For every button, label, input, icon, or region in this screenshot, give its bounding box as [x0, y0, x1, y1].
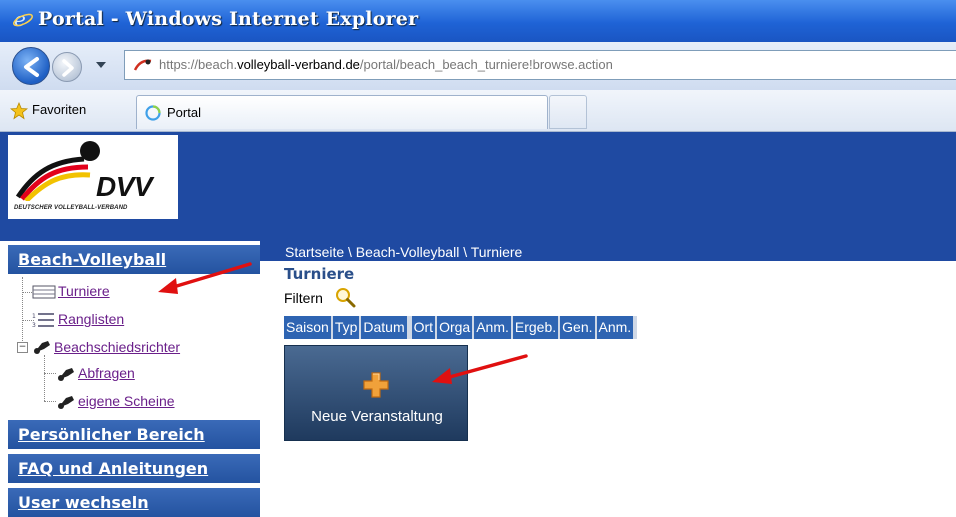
whistle-icon [58, 396, 74, 409]
favorites-button[interactable]: Favoriten [32, 102, 86, 117]
tree-connector [44, 401, 56, 402]
page-icon [133, 59, 152, 71]
logo-subtitle: DEUTSCHER VOLLEYBALL-VERBAND [14, 205, 128, 211]
sidebar-section-persoenlicher-bereich[interactable]: Persönlicher Bereich [8, 420, 260, 449]
breadcrumb[interactable]: Startseite \ Beach-Volleyball \ Turniere [285, 244, 522, 260]
sidebar-item-abfragen[interactable]: Abfragen [78, 365, 135, 381]
page-loading-icon [145, 105, 161, 121]
column-header-bar: Saison Typ Datum Ort Orga Anm. Ergeb. Ge… [284, 316, 638, 339]
column-anm[interactable]: Anm. [597, 316, 638, 339]
favorites-star-icon[interactable] [10, 102, 28, 120]
column-gen[interactable]: Gen. [560, 316, 597, 339]
column-orga[interactable]: Orga [437, 316, 475, 339]
forward-button[interactable] [52, 52, 82, 82]
annotation-arrow-icon [158, 262, 252, 294]
url-text: https://beach.volleyball-verband.de/port… [159, 57, 613, 72]
sidebar-item-beachschiedsrichter[interactable]: Beachschiedsrichter [54, 339, 180, 355]
column-datum[interactable]: Datum [361, 316, 412, 339]
svg-text:e: e [14, 8, 26, 30]
column-saison[interactable]: Saison [284, 316, 333, 339]
sidebar-section-user-wechseln[interactable]: User wechseln [8, 488, 260, 517]
list-icon: 1 3 [32, 313, 54, 328]
new-event-label: Neue Veranstaltung [311, 408, 443, 425]
column-ort[interactable]: Ort [412, 316, 438, 339]
page-title: Turniere [284, 265, 355, 283]
logo-mark-icon [15, 141, 100, 201]
history-dropdown-icon[interactable] [96, 62, 106, 68]
arrow-left-icon [24, 57, 39, 77]
tree-connector [44, 355, 45, 401]
column-typ[interactable]: Typ [333, 316, 362, 339]
filter-label[interactable]: Filtern [284, 290, 323, 306]
svg-text:3: 3 [32, 322, 36, 328]
column-anmeldung[interactable]: Anm. [474, 316, 513, 339]
navigation-bar: https://beach.volleyball-verband.de/port… [0, 42, 956, 90]
arrow-right-icon [62, 59, 74, 77]
address-bar[interactable]: https://beach.volleyball-verband.de/port… [124, 50, 956, 80]
tab-title: Portal [167, 105, 201, 120]
whistle-icon [34, 341, 50, 354]
sidebar-section-faq-und-anleitungen[interactable]: FAQ und Anleitungen [8, 454, 260, 483]
back-button[interactable] [12, 47, 50, 85]
collapse-toggle[interactable]: − [17, 342, 28, 353]
table-icon [32, 285, 56, 299]
favorites-bar: Favoriten Portal [0, 90, 956, 132]
whistle-icon [58, 368, 74, 381]
annotation-arrow-icon [432, 354, 528, 384]
window-title: Portal - Windows Internet Explorer [38, 8, 419, 30]
tree-connector [44, 373, 56, 374]
dvv-logo[interactable]: DVV DEUTSCHER VOLLEYBALL-VERBAND [8, 135, 178, 219]
svg-text:1: 1 [32, 313, 36, 320]
logo-text: DVV [96, 171, 153, 202]
sidebar-item-ranglisten[interactable]: Ranglisten [58, 311, 124, 327]
search-icon[interactable] [334, 286, 356, 308]
internet-explorer-icon: e [13, 8, 33, 30]
tab-portal[interactable]: Portal [136, 95, 548, 129]
column-ergebnis[interactable]: Ergeb. [513, 316, 561, 339]
sidebar-item-turniere[interactable]: Turniere [58, 283, 110, 299]
tree-connector [22, 277, 23, 349]
plus-icon [363, 372, 389, 398]
window-titlebar: e Portal - Windows Internet Explorer [0, 0, 956, 42]
new-tab-button[interactable] [549, 95, 587, 129]
sidebar-item-eigene-scheine[interactable]: eigene Scheine [78, 393, 175, 409]
